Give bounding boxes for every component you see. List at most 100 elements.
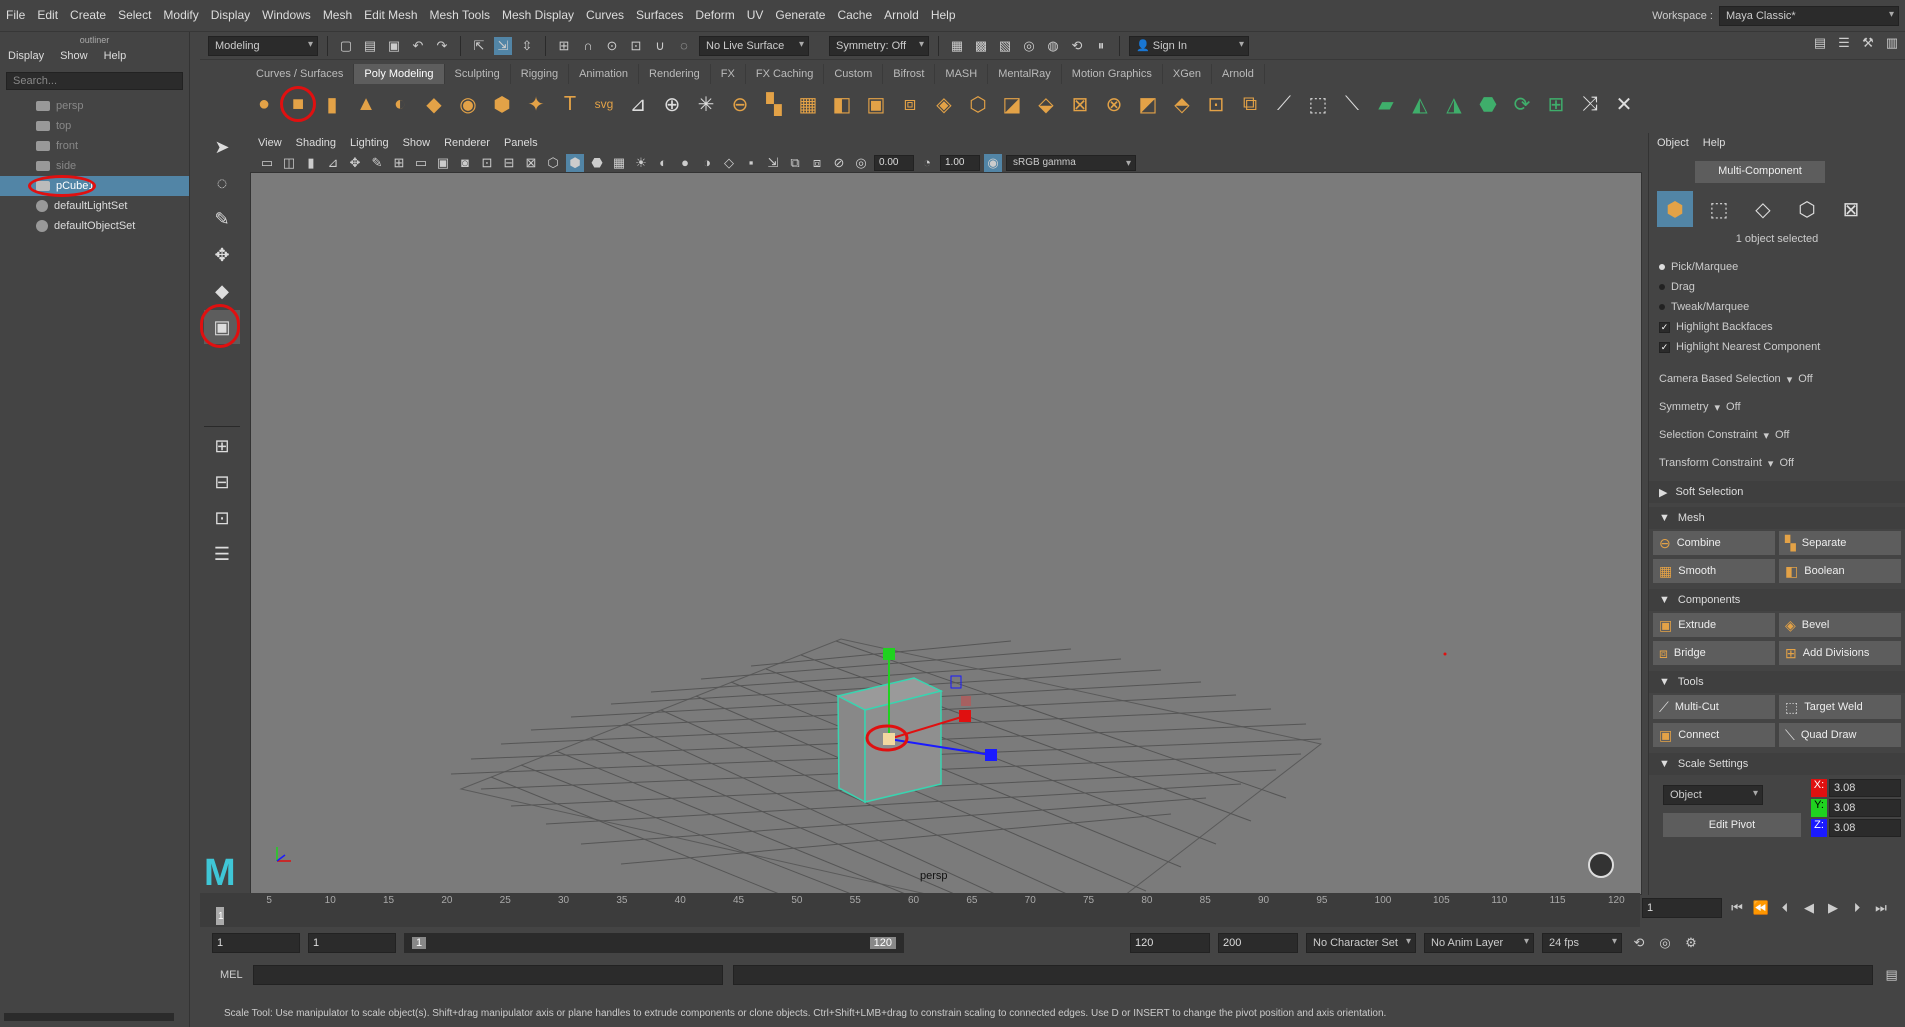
symmetry-row[interactable]: Symmetry ▾ Off [1649, 393, 1905, 421]
center-pivot-icon[interactable]: ⊕ [656, 88, 688, 120]
yz-plane-handle[interactable] [961, 696, 971, 706]
pause-icon[interactable]: ⏸ [1092, 37, 1110, 55]
menu-file[interactable]: File [0, 0, 31, 32]
grid-toggle-icon[interactable]: ⊞ [390, 154, 408, 172]
uv-mode-icon[interactable]: ⊠ [1833, 191, 1869, 227]
snap-point-icon[interactable]: ⊙ [603, 37, 621, 55]
view-transform-dropdown[interactable]: sRGB gamma [1006, 154, 1136, 171]
wedge-shelf-icon[interactable]: ⬘ [1166, 88, 1198, 120]
tweak-marquee-radio[interactable]: Tweak/Marquee [1649, 297, 1905, 317]
image-plane-icon[interactable]: ⊿ [324, 154, 342, 172]
step-back-frame-icon[interactable]: ⏴ [1776, 899, 1794, 917]
snap-curve-icon[interactable]: ∩ [579, 37, 597, 55]
gate-mask-icon[interactable]: ◙ [456, 154, 474, 172]
outliner-item-front[interactable]: front [0, 136, 189, 156]
outliner-item-defaultlightset[interactable]: defaultLightSet [0, 196, 189, 216]
menu-create[interactable]: Create [64, 0, 112, 32]
select-object-icon[interactable]: ⇲ [494, 36, 512, 55]
outliner-item-defaultobjectset[interactable]: defaultObjectSet [0, 216, 189, 236]
color-management-icon[interactable]: ◉ [984, 153, 1002, 172]
xray-joints-icon[interactable]: ⧈ [808, 154, 826, 172]
append-shelf-icon[interactable]: ◪ [996, 88, 1028, 120]
range-slider[interactable]: 1 120 [404, 933, 904, 953]
scale-tool-icon[interactable]: ▣ [200, 304, 240, 348]
viewport-menu-show[interactable]: Show [403, 137, 431, 149]
outliner-menu-display[interactable]: Display [0, 46, 52, 66]
z-axis-handle[interactable] [985, 749, 997, 761]
resolution-gate-icon[interactable]: ▣ [434, 154, 452, 172]
bevel-alt-shelf-icon[interactable]: ⬡ [962, 88, 994, 120]
command-input[interactable] [252, 965, 723, 985]
transform-constraint-row[interactable]: Transform Constraint ▾ Off [1649, 449, 1905, 477]
uv-layout-icon[interactable]: ⊞ [1540, 88, 1572, 120]
mode-dropdown[interactable]: Modeling [208, 35, 318, 56]
viewport-menu-shading[interactable]: Shading [296, 137, 336, 149]
wireframe-icon[interactable]: ⬡ [544, 154, 562, 172]
connect-shelf-icon[interactable]: ⟍ [1336, 88, 1368, 120]
collapse-shelf-icon[interactable]: ⊡ [1200, 88, 1232, 120]
new-scene-icon[interactable]: ▢ [337, 37, 355, 55]
bevel-shelf-icon[interactable]: ◈ [928, 88, 960, 120]
shadows-icon[interactable]: ◐ [654, 154, 672, 172]
svg-tool-icon[interactable]: svg [588, 88, 620, 120]
render-frame-icon[interactable]: ▩ [972, 37, 990, 55]
menu-mesh[interactable]: Mesh [317, 0, 358, 32]
motion-blur-icon[interactable]: ◑ [698, 154, 716, 172]
uv-spherical-icon[interactable]: ◮ [1438, 88, 1470, 120]
poly-cylinder-icon[interactable]: ▮ [316, 88, 348, 120]
bookmark-icon[interactable]: ▮ [302, 154, 320, 172]
multi-cut-button[interactable]: ⟋ Multi-Cut [1653, 695, 1775, 719]
super-shape-icon[interactable]: ✦ [520, 88, 552, 120]
shelf-tab-curves-surfaces[interactable]: Curves / Surfaces [246, 64, 355, 84]
tool-settings-menu-object[interactable]: Object [1657, 137, 1689, 149]
bevel-button[interactable]: ◈ Bevel [1779, 613, 1901, 637]
quadrangulate-shelf-icon[interactable]: ⊗ [1098, 88, 1130, 120]
outliner-item-persp[interactable]: persp [0, 96, 189, 116]
x-axis-handle[interactable] [959, 710, 971, 722]
quad-draw-button[interactable]: ⟍ Quad Draw [1779, 723, 1901, 747]
menu-arnold[interactable]: Arnold [878, 0, 925, 32]
face-mode-icon[interactable]: ⬡ [1789, 191, 1825, 227]
go-to-end-icon[interactable]: ⏭ [1872, 899, 1890, 917]
depth-of-field-icon[interactable]: ▪ [742, 154, 760, 172]
drag-radio[interactable]: Drag [1649, 277, 1905, 297]
live-surface-field[interactable]: No Live Surface [699, 35, 809, 56]
combine-button[interactable]: ⊖ Combine [1653, 531, 1775, 555]
character-set-dropdown[interactable]: No Character Set [1306, 933, 1416, 953]
mirror-icon[interactable]: ⊿ [622, 88, 654, 120]
ipr-render-icon[interactable]: ▧ [996, 37, 1014, 55]
render-view-icon[interactable]: ▦ [948, 37, 966, 55]
soft-selection-section[interactable]: ▶ Soft Selection [1649, 481, 1905, 503]
shelf-tab-arnold[interactable]: Arnold [1212, 64, 1265, 84]
paint-select-tool-icon[interactable]: ✎ [204, 202, 240, 236]
menu-windows[interactable]: Windows [256, 0, 317, 32]
poly-plane-icon[interactable]: ◆ [418, 88, 450, 120]
poly-cone-icon[interactable]: ▲ [350, 88, 382, 120]
mesh-section[interactable]: ▼ Mesh [1649, 507, 1905, 529]
auto-key-icon[interactable]: ◎ [1656, 934, 1674, 952]
render-settings-icon[interactable]: ◎ [1020, 37, 1038, 55]
wireframe-on-shaded-icon[interactable]: ⬣ [588, 154, 606, 172]
ambient-occlusion-icon[interactable]: ● [676, 154, 694, 172]
shelf-tab-bifrost[interactable]: Bifrost [883, 64, 936, 84]
gamma-icon[interactable]: ◔ [918, 154, 936, 172]
single-perspective-layout-icon[interactable]: ⊞ [204, 429, 240, 463]
play-forwards-icon[interactable]: ▶ [1824, 899, 1842, 917]
script-editor-icon[interactable]: ▤ [1883, 966, 1901, 984]
edge-mode-icon[interactable]: ◇ [1745, 191, 1781, 227]
shelf-tab-fx-caching[interactable]: FX Caching [746, 64, 825, 84]
uv-cut-icon[interactable]: ✕ [1608, 88, 1640, 120]
scale-y-field[interactable]: 3.08 [1829, 799, 1901, 817]
playback-start-field[interactable]: 1 [308, 933, 396, 953]
viewport-menu-view[interactable]: View [258, 137, 282, 149]
extrude-button[interactable]: ▣ Extrude [1653, 613, 1775, 637]
separate-button[interactable]: ▚ Separate [1779, 531, 1901, 555]
viewport-menu-lighting[interactable]: Lighting [350, 137, 389, 149]
components-section[interactable]: ▼ Components [1649, 589, 1905, 611]
boolean-button[interactable]: ◧ Boolean [1779, 559, 1901, 583]
uv-automatic-icon[interactable]: ⬣ [1472, 88, 1504, 120]
time-slider[interactable]: 5 10 15 20 25 30 35 40 45 50 55 60 65 70 75 80 85 90 95 100… [200, 893, 1640, 927]
start-time-field[interactable]: 1 [212, 933, 300, 953]
poly-disc-icon[interactable]: ◉ [452, 88, 484, 120]
highlight-backfaces-checkbox[interactable]: ✓ Highlight Backfaces [1649, 317, 1905, 337]
